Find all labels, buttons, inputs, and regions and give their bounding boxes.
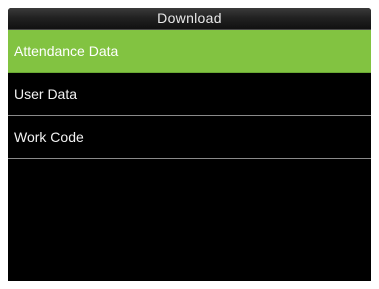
- menu-item-work-code[interactable]: Work Code: [8, 116, 371, 159]
- device-screen: Download Attendance Data User Data Work …: [8, 8, 371, 281]
- menu-item-attendance-data[interactable]: Attendance Data: [8, 30, 371, 73]
- empty-content-area: [8, 159, 371, 281]
- page-title: Download: [157, 10, 222, 26]
- menu-item-user-data[interactable]: User Data: [8, 73, 371, 116]
- menu-item-label: Attendance Data: [14, 43, 119, 59]
- menu-item-label: User Data: [14, 86, 78, 102]
- menu-list: Attendance Data User Data Work Code: [8, 30, 371, 159]
- menu-item-label: Work Code: [14, 129, 84, 145]
- title-bar: Download: [8, 8, 371, 30]
